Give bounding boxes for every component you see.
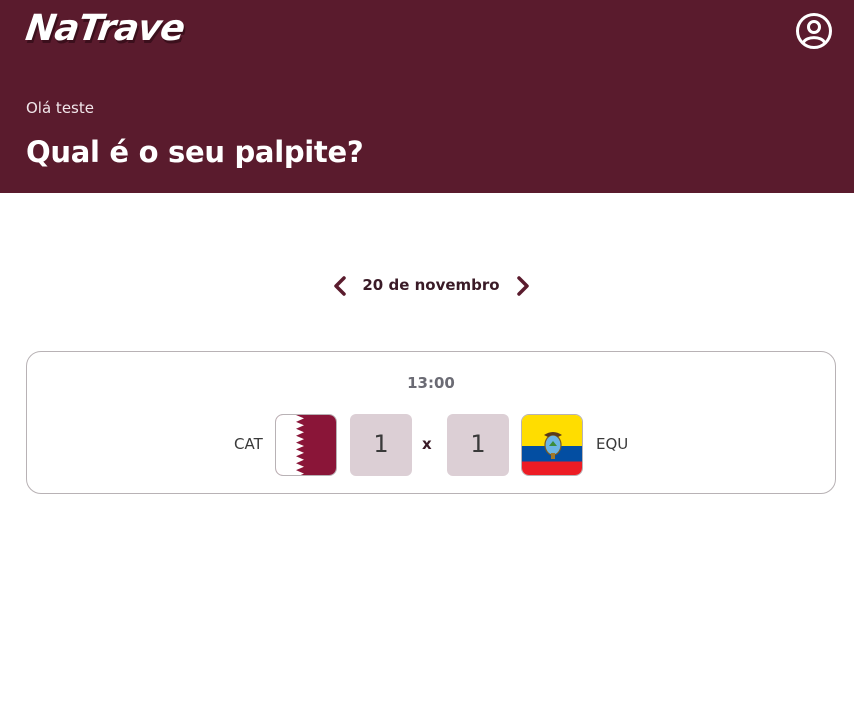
away-team-code: EQU — [596, 435, 629, 453]
home-team-code: CAT — [234, 435, 263, 453]
qatar-flag-icon — [275, 414, 337, 476]
match-time: 13:00 — [407, 374, 455, 392]
home-score-input[interactable]: 1 — [350, 414, 412, 476]
versus-separator: x — [422, 435, 432, 453]
app-logo: NaTrave — [23, 8, 187, 49]
user-profile-icon[interactable] — [795, 12, 833, 50]
match-card: 13:00 CAT 1 x 1 EQU — [26, 351, 836, 494]
date-navigator: 20 de novembro — [0, 272, 854, 300]
ecuador-flag-icon — [521, 414, 583, 476]
greeting-text: Olá teste — [26, 99, 94, 117]
chevron-right-icon[interactable] — [509, 272, 537, 300]
away-score-input[interactable]: 1 — [447, 414, 509, 476]
app-header: NaTrave Olá teste Qual é o seu palpite? — [0, 0, 854, 193]
current-date-label: 20 de novembro — [362, 276, 500, 294]
page-title: Qual é o seu palpite? — [26, 135, 364, 169]
